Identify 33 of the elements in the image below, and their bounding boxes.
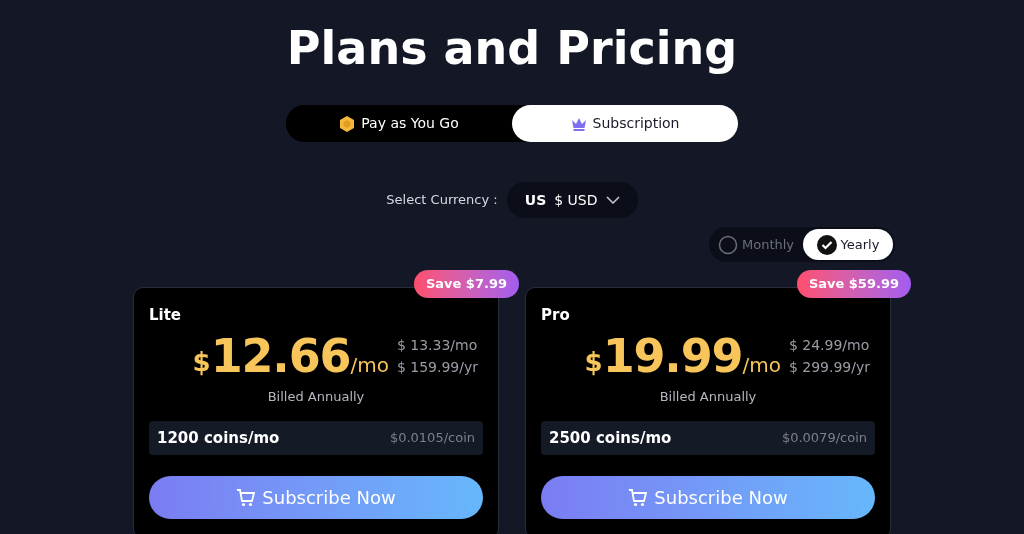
billing-option[interactable]: Yearly — [803, 229, 893, 260]
plan-name: Lite — [149, 305, 183, 326]
chevron-down-icon — [605, 196, 620, 204]
price-unit: /mo — [350, 354, 389, 375]
plan-price: 19.99 — [602, 332, 743, 379]
cart-icon — [236, 488, 257, 507]
per-coin-price: $0.0105/coin — [389, 429, 475, 448]
old-monthly-price: $ 13.33/mo — [396, 335, 478, 355]
billing-note: Billed Annually — [267, 387, 365, 406]
price-unit: /mo — [742, 354, 781, 375]
plan-price: 12.66 — [210, 332, 351, 379]
check-circle-icon — [816, 234, 837, 255]
billing-note: Billed Annually — [659, 387, 757, 406]
save-badge: Save $7.99 — [413, 270, 519, 298]
page-title: Plans and Pricing — [286, 20, 738, 76]
tab[interactable]: Subscription — [512, 105, 738, 142]
radio-circle-icon — [717, 234, 738, 255]
currency-symbol: $ — [584, 348, 603, 375]
currency-symbol: $ — [192, 348, 211, 375]
per-coin-price: $0.0079/coin — [781, 429, 867, 448]
save-badge: Save $59.99 — [796, 270, 911, 298]
coins-amount: 1200 coins/mo — [157, 427, 280, 449]
cart-icon — [628, 488, 649, 507]
currency-label: Select Currency : — [386, 191, 498, 210]
coins-amount: 2500 coins/mo — [549, 427, 672, 449]
old-yearly-price: $ 159.99/yr — [396, 357, 478, 377]
old-yearly-price: $ 299.99/yr — [788, 357, 870, 377]
plan-name: Pro — [541, 305, 571, 326]
crown-icon — [570, 116, 587, 131]
old-monthly-price: $ 24.99/mo — [788, 335, 870, 355]
billing-option[interactable]: Monthly — [711, 229, 801, 260]
currency-dropdown[interactable]: US $ USD — [506, 182, 638, 218]
coin-icon — [339, 114, 356, 133]
